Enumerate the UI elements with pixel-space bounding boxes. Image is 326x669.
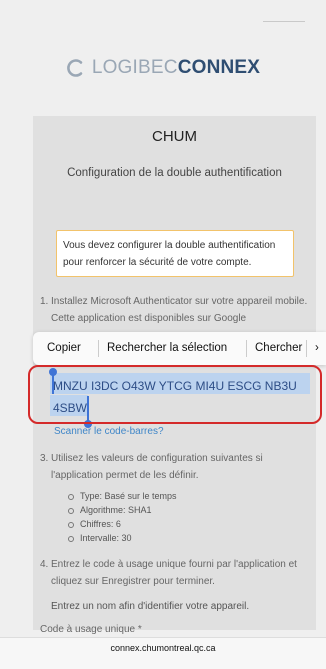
device-name-prompt: Entrez un nom afin d'identifier votre ap… xyxy=(51,601,250,612)
config-item: Intervalle: 30 xyxy=(66,531,177,545)
selection-context-menu: Copier Rechercher la sélection Chercher … xyxy=(33,332,326,365)
menu-divider xyxy=(98,340,99,357)
config-list: Type: Basé sur le temps Algorithme: SHA1… xyxy=(66,489,177,545)
scan-barcode-link[interactable]: Scanner le code-barres? xyxy=(54,426,164,437)
config-item: Type: Basé sur le temps xyxy=(66,489,177,503)
copy-menu-item[interactable]: Copier xyxy=(47,342,81,354)
logo-c-icon xyxy=(66,59,83,77)
step-text: Installez Microsoft Authenticator sur vo… xyxy=(51,296,308,324)
highlight-frame xyxy=(28,365,322,424)
logo: LOGIBECCONNEX xyxy=(0,57,326,79)
menu-divider xyxy=(246,340,247,357)
page-title: CHUM xyxy=(152,128,197,145)
page-subtitle: Configuration de la double authentificat… xyxy=(67,167,282,179)
url-text[interactable]: connex.chumontreal.qc.ca xyxy=(0,643,326,653)
step-configure: 3. Utilisez les valeurs de configuration… xyxy=(40,450,310,484)
step-number: 3. xyxy=(40,453,49,464)
logo-text: LOGIBECCONNEX xyxy=(91,57,261,78)
browser-url-bar[interactable] xyxy=(0,637,326,669)
step-install: 1. Installez Microsoft Authenticator sur… xyxy=(40,293,310,327)
step-number: 4. xyxy=(40,559,49,570)
search-selection-menu-item[interactable]: Rechercher la sélection xyxy=(107,342,227,354)
menu-divider xyxy=(306,340,307,357)
find-menu-item[interactable]: Chercher xyxy=(255,342,302,354)
step-text: Utilisez les valeurs de configuration su… xyxy=(51,453,263,481)
step-number: 1. xyxy=(40,296,49,307)
config-item: Chiffres: 6 xyxy=(66,517,177,531)
config-item: Algorithme: SHA1 xyxy=(66,503,177,517)
one-time-code-label: Code à usage unique * xyxy=(40,624,142,635)
step-text: Entrez le code à usage unique fourni par… xyxy=(51,559,297,587)
warning-message: Vous devez configurer la double authenti… xyxy=(56,230,294,277)
more-chevron-icon[interactable]: › xyxy=(315,342,319,354)
top-divider xyxy=(263,21,305,22)
step-enter-code: 4. Entrez le code à usage unique fourni … xyxy=(40,556,314,590)
